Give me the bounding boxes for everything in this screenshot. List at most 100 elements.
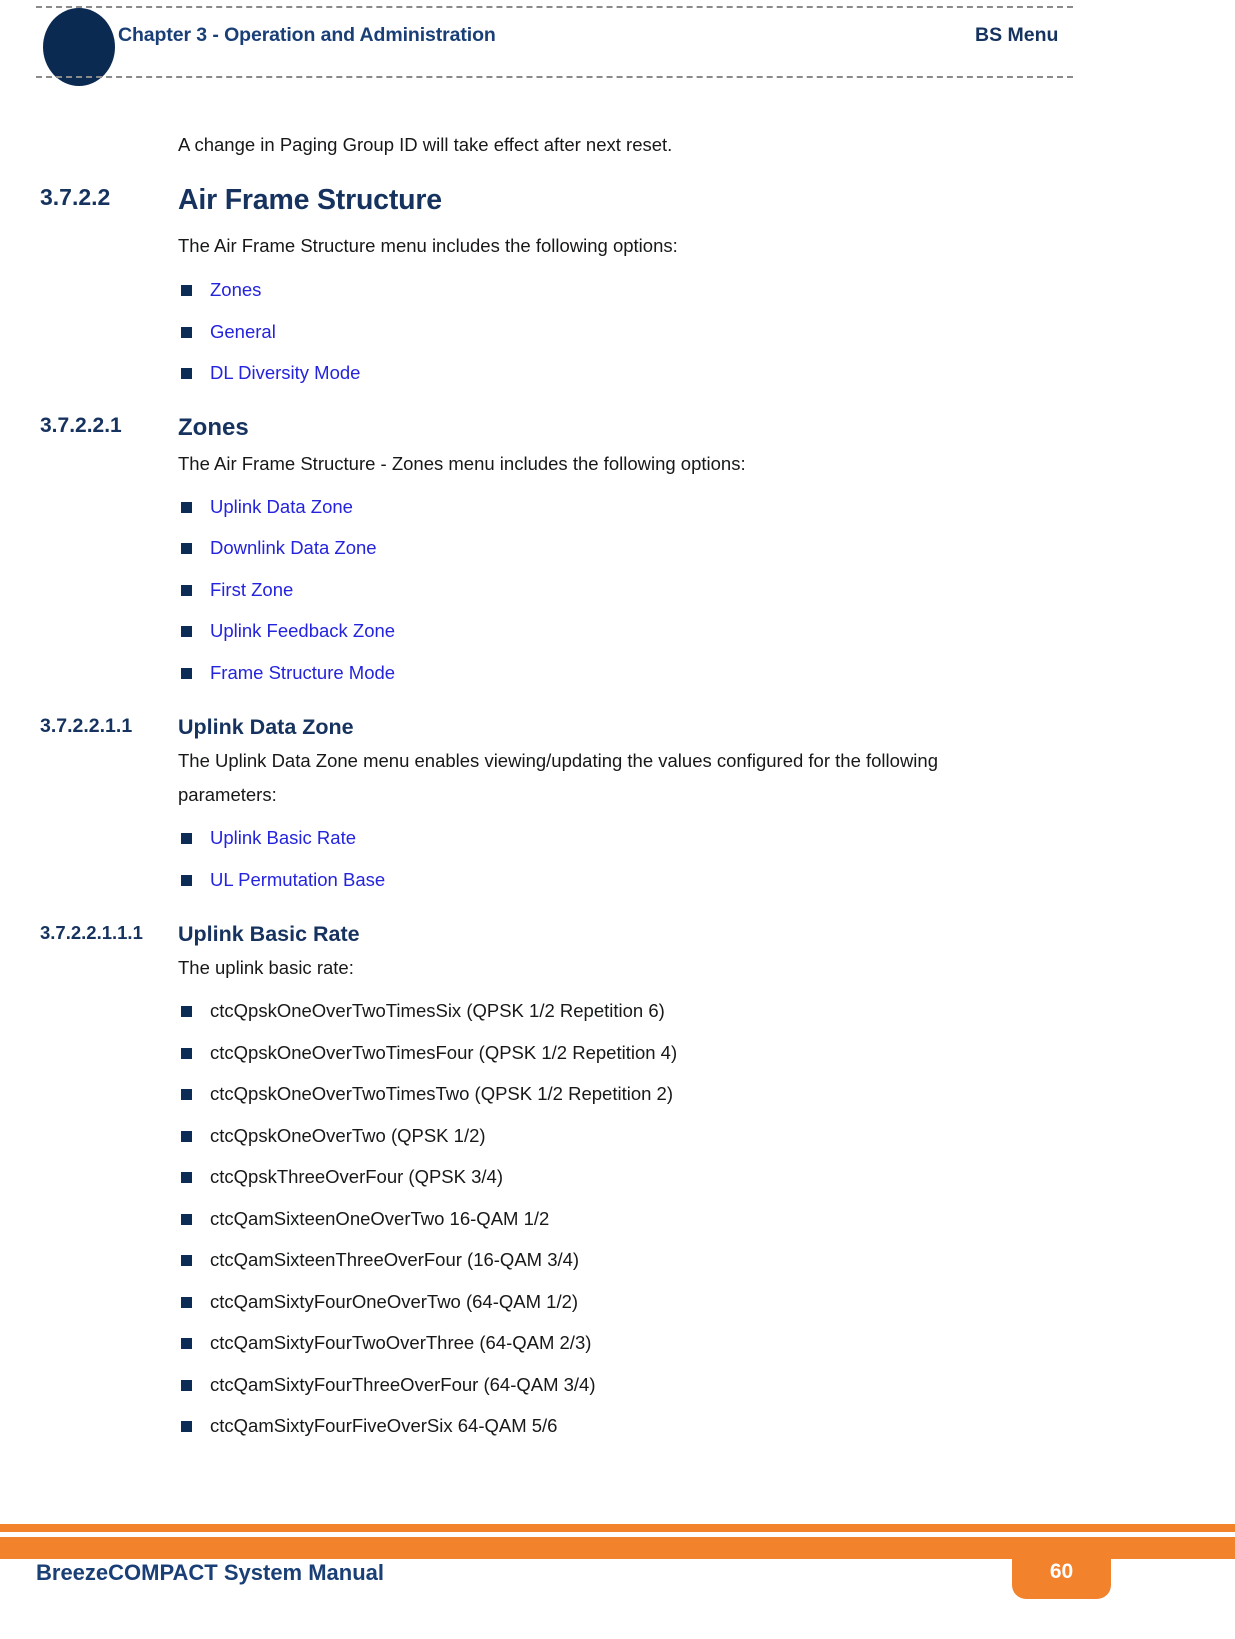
list-item-label: UL Permutation Base: [210, 868, 386, 890]
section-paragraph-line2: parameters:: [178, 784, 277, 805]
header-chapter-title: Chapter 3 - Operation and Administration: [118, 24, 496, 46]
square-bullet-icon: [181, 326, 192, 338]
list-item-label: Frame Structure Mode: [210, 661, 396, 683]
list-item-label: ctcQpskOneOverTwoTimesTwo (QPSK 1/2 Repe…: [210, 1083, 674, 1104]
list-item[interactable]: Downlink Data Zone: [0, 527, 1235, 569]
list-item[interactable]: First Zone: [0, 569, 1235, 611]
heading-number: 3.7.2.2.1.1: [40, 715, 133, 737]
list-item[interactable]: Uplink Feedback Zone: [0, 610, 1235, 652]
page-header: Chapter 3 - Operation and Administration…: [0, 0, 1235, 90]
intro-note-block: A change in Paging Group ID will take ef…: [0, 128, 1235, 162]
heading-uplink-data-zone: 3.7.2.2.1.1 Uplink Data Zone: [0, 715, 1235, 740]
list-item[interactable]: UL Permutation Base: [0, 859, 1235, 901]
list-item-label: ctcQamSixtyFourFiveOverSix 64-QAM 5/6: [210, 1415, 558, 1436]
list-item: ctcQpskOneOverTwoTimesSix (QPSK 1/2 Repe…: [0, 990, 1235, 1032]
list-item[interactable]: Uplink Data Zone: [0, 486, 1235, 528]
footer-rule-thin: [0, 1524, 1235, 1532]
list-item-label: ctcQamSixteenThreeOverFour (16-QAM 3/4): [210, 1249, 580, 1270]
page-number-label: 60: [1049, 1560, 1074, 1583]
zones-options-list: Uplink Data Zone Downlink Data Zone Firs…: [0, 486, 1235, 694]
heading-zones: 3.7.2.2.1 Zones: [0, 414, 1235, 442]
list-item-label: Uplink Data Zone: [210, 495, 353, 517]
heading-number: 3.7.2.2.1: [40, 413, 122, 437]
list-item-label: ctcQpskOneOverTwoTimesSix (QPSK 1/2 Repe…: [210, 1000, 665, 1021]
header-bottom-rule: [36, 76, 1073, 78]
section-paragraph: The Air Frame Structure - Zones menu inc…: [178, 452, 746, 474]
square-bullet-icon: [181, 1130, 192, 1142]
square-bullet-icon: [181, 833, 192, 844]
list-item-label: ctcQpskThreeOverFour (QPSK 3/4): [210, 1166, 504, 1187]
uplink-basic-rate-values-list: ctcQpskOneOverTwoTimesSix (QPSK 1/2 Repe…: [0, 990, 1235, 1447]
list-item[interactable]: DL Diversity Mode: [0, 352, 1235, 394]
list-item-label: ctcQamSixteenOneOverTwo 16-QAM 1/2: [210, 1207, 550, 1229]
section-paragraph: The Air Frame Structure menu includes th…: [178, 235, 678, 256]
list-item: ctcQamSixteenThreeOverFour (16-QAM 3/4): [0, 1239, 1235, 1281]
uplink-basic-rate-paragraph-block: The uplink basic rate:: [0, 951, 1235, 985]
list-item-label: ctcQamSixtyFourOneOverTwo (64-QAM 1/2): [210, 1290, 579, 1312]
square-bullet-icon: [181, 1089, 192, 1100]
square-bullet-icon: [181, 1296, 192, 1308]
list-item-label: Zones: [210, 279, 262, 300]
list-item-label: Uplink Basic Rate: [210, 827, 357, 848]
air-frame-structure-options-list: Zones General DL Diversity Mode: [0, 269, 1235, 394]
intro-note-text: A change in Paging Group ID will take ef…: [178, 134, 673, 155]
air-frame-structure-paragraph-block: The Air Frame Structure menu includes th…: [0, 229, 1235, 263]
list-item: ctcQamSixteenOneOverTwo 16-QAM 1/2: [0, 1198, 1235, 1240]
list-item[interactable]: Zones: [0, 269, 1235, 311]
list-item[interactable]: Frame Structure Mode: [0, 652, 1235, 694]
list-item: ctcQamSixtyFourThreeOverFour (64-QAM 3/4…: [0, 1364, 1235, 1406]
list-item: ctcQamSixtyFourTwoOverThree (64-QAM 2/3): [0, 1322, 1235, 1364]
square-bullet-icon: [181, 1006, 192, 1017]
chapter-badge-circle-icon: [43, 8, 115, 86]
square-bullet-icon: [181, 1047, 192, 1059]
square-bullet-icon: [181, 1421, 192, 1432]
list-item-label: ctcQpskOneOverTwoTimesFour (QPSK 1/2 Rep…: [210, 1041, 678, 1063]
square-bullet-icon: [181, 874, 192, 886]
square-bullet-icon: [181, 1172, 192, 1183]
list-item-label: Uplink Feedback Zone: [210, 620, 396, 641]
footer-manual-title: BreezeCOMPACT System Manual: [36, 1560, 385, 1585]
header-top-rule: [36, 6, 1073, 8]
square-bullet-icon: [181, 285, 192, 296]
square-bullet-icon: [181, 1213, 192, 1225]
square-bullet-icon: [181, 667, 192, 679]
list-item: ctcQamSixtyFourOneOverTwo (64-QAM 1/2): [0, 1281, 1235, 1323]
square-bullet-icon: [181, 626, 192, 637]
list-item-label: Downlink Data Zone: [210, 537, 377, 558]
list-item-label: First Zone: [210, 578, 294, 600]
list-item-label: ctcQamSixtyFourTwoOverThree (64-QAM 2/3): [210, 1332, 592, 1353]
square-bullet-icon: [181, 1379, 192, 1391]
heading-uplink-basic-rate: 3.7.2.2.1.1.1 Uplink Basic Rate: [0, 922, 1235, 947]
list-item: ctcQpskOneOverTwo (QPSK 1/2): [0, 1115, 1235, 1157]
square-bullet-icon: [181, 584, 192, 596]
list-item-label: ctcQpskOneOverTwo (QPSK 1/2): [210, 1124, 486, 1146]
list-item-label: General: [210, 320, 276, 342]
list-item: ctcQpskOneOverTwoTimesTwo (QPSK 1/2 Repe…: [0, 1073, 1235, 1115]
square-bullet-icon: [181, 543, 192, 554]
heading-number: 3.7.2.2: [40, 184, 111, 210]
list-item[interactable]: General: [0, 311, 1235, 353]
uplink-data-zone-paragraph-block: The Uplink Data Zone menu enables viewin…: [0, 744, 1235, 812]
document-page: Chapter 3 - Operation and Administration…: [0, 0, 1235, 1639]
list-item[interactable]: Uplink Basic Rate: [0, 817, 1235, 859]
section-paragraph: The uplink basic rate:: [178, 957, 354, 978]
list-item: ctcQamSixtyFourFiveOverSix 64-QAM 5/6: [0, 1405, 1235, 1447]
heading-title: Uplink Basic Rate: [178, 922, 360, 946]
section-paragraph-line1: The Uplink Data Zone menu enables viewin…: [178, 750, 938, 771]
header-section-title: BS Menu: [975, 24, 1059, 46]
heading-air-frame-structure: 3.7.2.2 Air Frame Structure: [0, 184, 1235, 217]
heading-title: Uplink Data Zone: [178, 715, 354, 739]
heading-number: 3.7.2.2.1.1.1: [40, 922, 143, 943]
list-item-label: ctcQamSixtyFourThreeOverFour (64-QAM 3/4…: [210, 1373, 596, 1395]
heading-title: Air Frame Structure: [178, 184, 442, 216]
square-bullet-icon: [181, 501, 192, 513]
list-item: ctcQpskOneOverTwoTimesFour (QPSK 1/2 Rep…: [0, 1032, 1235, 1074]
uplink-data-zone-options-list: Uplink Basic Rate UL Permutation Base: [0, 817, 1235, 900]
heading-title: Zones: [178, 413, 249, 441]
list-item: ctcQpskThreeOverFour (QPSK 3/4): [0, 1156, 1235, 1198]
square-bullet-icon: [181, 1338, 192, 1349]
zones-paragraph-block: The Air Frame Structure - Zones menu inc…: [0, 447, 1235, 481]
list-item-label: DL Diversity Mode: [210, 362, 361, 383]
page-content: A change in Paging Group ID will take ef…: [0, 128, 1235, 1447]
square-bullet-icon: [181, 368, 192, 379]
